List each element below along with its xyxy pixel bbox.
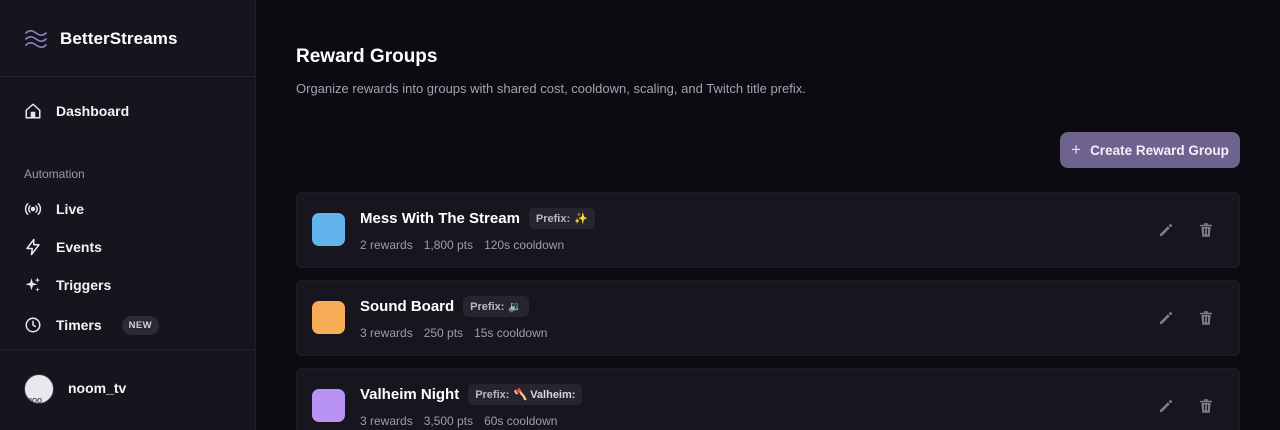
- group-meta: 3 rewards 3,500 pts 60s cooldown: [360, 414, 557, 428]
- create-reward-group-label: Create Reward Group: [1090, 142, 1229, 158]
- sidebar-item-label: Triggers: [56, 277, 112, 293]
- prefix-value: 🔉: [508, 301, 523, 313]
- sidebar-item-label: Events: [56, 239, 102, 255]
- reward-group-card[interactable]: Mess With The Stream Prefix: ✨ 2 rewards…: [296, 192, 1240, 268]
- lightning-icon: [26, 238, 40, 256]
- group-title-row: Mess With The Stream Prefix: ✨: [360, 208, 595, 229]
- trash-icon: [1200, 399, 1212, 413]
- pencil-icon: [1160, 223, 1173, 236]
- edit-button[interactable]: [1157, 397, 1175, 415]
- sidebar-item-triggers[interactable]: Triggers: [24, 273, 111, 297]
- edit-button[interactable]: [1157, 221, 1175, 239]
- avatar: noo: [24, 374, 54, 404]
- group-meta: 3 rewards 250 pts 15s cooldown: [360, 326, 547, 340]
- group-name: Mess With The Stream: [360, 210, 520, 227]
- prefix-label: Prefix:: [535, 212, 571, 225]
- prefix-label: Prefix:: [470, 300, 505, 313]
- sparkles-icon: [25, 277, 41, 292]
- reward-count: 3 rewards: [360, 414, 413, 428]
- pencil-icon: [1160, 311, 1173, 324]
- group-color-swatch: [312, 301, 345, 334]
- waves-logo-icon: [25, 29, 47, 49]
- brand[interactable]: BetterStreams: [24, 26, 178, 52]
- cooldown: 15s cooldown: [474, 326, 548, 340]
- reward-group-card[interactable]: Sound Board Prefix: 🔉 3 rewards 250 pts …: [296, 280, 1240, 356]
- delete-button[interactable]: [1197, 221, 1215, 239]
- page-subtitle: Organize rewards into groups with shared…: [296, 81, 806, 96]
- section-label-automation: Automation: [24, 167, 85, 181]
- edit-button[interactable]: [1157, 309, 1175, 327]
- group-title-row: Valheim Night Prefix: 🪓 Valheim:: [360, 384, 583, 405]
- sidebar-item-label: Live: [56, 201, 85, 217]
- sidebar-item-label: Dashboard: [56, 103, 130, 119]
- cooldown: 120s cooldown: [484, 238, 565, 252]
- reward-group-card[interactable]: Valheim Night Prefix: 🪓 Valheim: 3 rewar…: [296, 368, 1240, 430]
- group-meta: 2 rewards 1,800 pts 120s cooldown: [360, 238, 564, 252]
- cooldown: 60s cooldown: [484, 414, 558, 428]
- points-cost: 250 pts: [423, 326, 464, 340]
- broadcast-icon: [24, 203, 42, 215]
- username: noom_tv: [68, 380, 127, 396]
- sidebar-item-live[interactable]: Live: [24, 197, 84, 221]
- sidebar-divider: [0, 349, 256, 350]
- prefix-value: ✨: [574, 213, 588, 225]
- prefix-chip: Prefix: ✨: [528, 208, 595, 229]
- main-content: Reward Groups Organize rewards into grou…: [256, 0, 1280, 430]
- plus-icon: +: [1071, 139, 1082, 159]
- brand-name: BetterStreams: [60, 29, 178, 48]
- delete-button[interactable]: [1197, 309, 1215, 327]
- pencil-icon: [1160, 399, 1173, 412]
- trash-icon: [1200, 223, 1212, 237]
- group-title-row: Sound Board Prefix: 🔉: [360, 296, 530, 317]
- points-cost: 3,500 pts: [423, 414, 474, 428]
- user-profile[interactable]: noo noom_tv: [24, 374, 126, 404]
- reward-count: 3 rewards: [360, 326, 413, 340]
- sidebar-item-timers[interactable]: Timers NEW: [24, 313, 160, 337]
- sidebar-item-events[interactable]: Events: [24, 235, 102, 259]
- sidebar-divider: [0, 76, 256, 77]
- group-color-swatch: [312, 213, 345, 246]
- avatar-alt-text: noo: [27, 395, 43, 404]
- reward-count: 2 rewards: [360, 238, 413, 252]
- sidebar: BetterStreams Dashboard Automation Live …: [0, 0, 256, 430]
- prefix-chip: Prefix: 🔉: [463, 296, 530, 317]
- sidebar-item-dashboard[interactable]: Dashboard: [24, 99, 129, 123]
- prefix-chip: Prefix: 🪓 Valheim:: [468, 384, 583, 405]
- new-badge: NEW: [121, 315, 160, 335]
- home-icon: [25, 103, 41, 119]
- trash-icon: [1200, 311, 1212, 325]
- group-name: Sound Board: [360, 298, 455, 315]
- create-reward-group-button[interactable]: + Create Reward Group: [1060, 132, 1240, 168]
- sidebar-item-label: Timers: [56, 317, 102, 333]
- clock-icon: [25, 317, 41, 333]
- group-color-swatch: [312, 389, 345, 422]
- prefix-label: Prefix:: [475, 388, 510, 401]
- prefix-value: 🪓 Valheim:: [513, 389, 576, 401]
- group-name: Valheim Night: [360, 386, 460, 403]
- points-cost: 1,800 pts: [423, 238, 474, 252]
- delete-button[interactable]: [1197, 397, 1215, 415]
- page-title: Reward Groups: [296, 46, 438, 67]
